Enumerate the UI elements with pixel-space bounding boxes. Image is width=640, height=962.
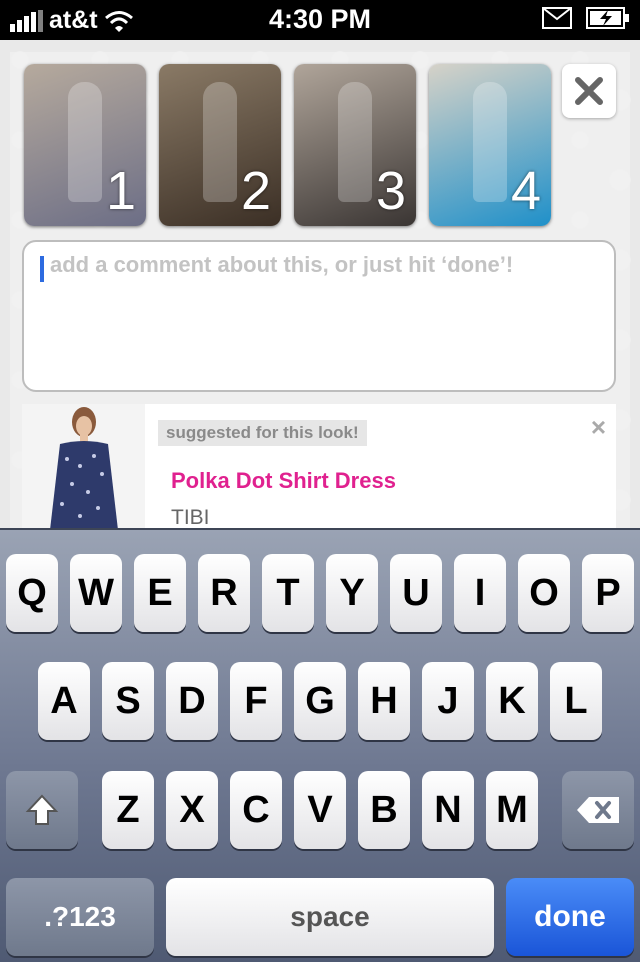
key-f[interactable]: F <box>230 662 282 740</box>
product-title[interactable]: Polka Dot Shirt Dress <box>171 468 396 494</box>
mail-icon <box>542 7 572 29</box>
photo-figure <box>473 82 507 202</box>
product-brand: TIBI <box>171 506 210 529</box>
status-bar: at&t 4:30 PM <box>0 0 640 40</box>
delete-key[interactable] <box>562 771 634 849</box>
photo-figure <box>338 82 372 202</box>
close-icon <box>575 77 603 105</box>
suggestion-tag: suggested for this look! <box>158 420 367 446</box>
shift-arrow-icon <box>25 794 59 825</box>
key-g[interactable]: G <box>294 662 346 740</box>
key-j[interactable]: J <box>422 662 474 740</box>
photo-thumbnail[interactable]: 4 <box>429 64 551 226</box>
photo-number: 1 <box>105 161 136 221</box>
done-key[interactable]: done <box>506 878 634 956</box>
key-z[interactable]: Z <box>102 771 154 849</box>
keyboard: QWERTYUIOP ASDFGHJKL ZXCVBNM .?123 space… <box>0 528 640 962</box>
text-caret <box>40 256 44 282</box>
photo-number: 2 <box>240 161 271 221</box>
key-s[interactable]: S <box>102 662 154 740</box>
photo-thumbnail[interactable]: 3 <box>294 64 416 226</box>
key-a[interactable]: A <box>38 662 90 740</box>
key-d[interactable]: D <box>166 662 218 740</box>
photo-number: 3 <box>375 161 406 221</box>
key-h[interactable]: H <box>358 662 410 740</box>
key-k[interactable]: K <box>486 662 538 740</box>
key-b[interactable]: B <box>358 771 410 849</box>
key-u[interactable]: U <box>390 554 442 632</box>
key-t[interactable]: T <box>262 554 314 632</box>
numbers-key[interactable]: .?123 <box>6 878 154 956</box>
photo-figure <box>68 82 102 202</box>
key-w[interactable]: W <box>70 554 122 632</box>
key-i[interactable]: I <box>454 554 506 632</box>
key-c[interactable]: C <box>230 771 282 849</box>
comment-box[interactable] <box>22 240 616 392</box>
key-y[interactable]: Y <box>326 554 378 632</box>
shift-key[interactable] <box>6 771 78 849</box>
key-x[interactable]: X <box>166 771 218 849</box>
key-n[interactable]: N <box>422 771 474 849</box>
key-p[interactable]: P <box>582 554 634 632</box>
backspace-icon <box>577 797 619 823</box>
photo-number: 4 <box>510 161 541 221</box>
key-l[interactable]: L <box>550 662 602 740</box>
battery-charging-icon <box>586 7 629 29</box>
key-e[interactable]: E <box>134 554 186 632</box>
product-image[interactable] <box>22 404 145 530</box>
photo-thumbnail[interactable]: 2 <box>159 64 281 226</box>
key-q[interactable]: Q <box>6 554 58 632</box>
key-m[interactable]: M <box>486 771 538 849</box>
key-r[interactable]: R <box>198 554 250 632</box>
photo-figure <box>203 82 237 202</box>
space-key[interactable]: space <box>166 878 494 956</box>
key-v[interactable]: V <box>294 771 346 849</box>
photo-thumbnail[interactable]: 1 <box>24 64 146 226</box>
comment-input[interactable] <box>48 250 612 384</box>
close-button[interactable] <box>562 64 616 118</box>
suggestion-card[interactable]: suggested for this look! Polka Dot Shirt… <box>22 404 616 530</box>
dismiss-suggestion-button[interactable]: × <box>591 412 606 443</box>
key-o[interactable]: O <box>518 554 570 632</box>
